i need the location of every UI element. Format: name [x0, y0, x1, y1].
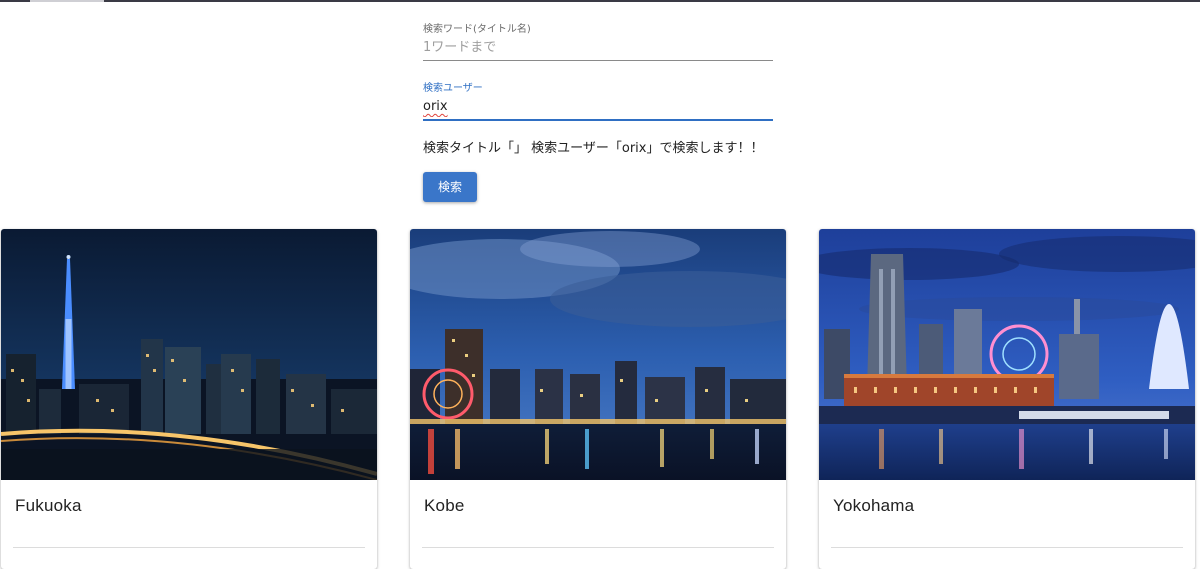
search-button[interactable]: 検索 [423, 172, 477, 202]
user-search-label: 検索ユーザー [423, 83, 483, 94]
fukuoka-night-photo [1, 229, 377, 480]
card-title: Fukuoka [15, 496, 82, 515]
title-search-label: 検索ワード(タイトル名) [423, 24, 531, 35]
top-bar [0, 0, 1200, 2]
user-search-field: 検索ユーザー [423, 83, 773, 121]
top-bar-tab[interactable] [30, 0, 104, 2]
title-search-underline [423, 60, 773, 61]
kobe-harbor-illustration [410, 229, 786, 480]
user-search-input[interactable] [423, 97, 773, 117]
city-card-kobe[interactable]: Kobe [410, 229, 786, 569]
city-card-yokohama[interactable]: Yokohama [819, 229, 1195, 569]
city-card-fukuoka[interactable]: Fukuoka [1, 229, 377, 569]
user-search-underline [423, 119, 773, 121]
card-title: Yokohama [833, 496, 915, 515]
title-search-field: 検索ワード(タイトル名) [423, 24, 773, 61]
card-divider [422, 547, 774, 548]
card-divider [13, 547, 365, 548]
card-divider [831, 547, 1183, 548]
card-title: Kobe [424, 496, 465, 515]
kobe-night-photo [410, 229, 786, 480]
title-search-input[interactable] [423, 38, 773, 58]
yokohama-skyline-illustration [819, 229, 1195, 480]
search-status-text: 検索タイトル「」 検索ユーザー「orix」で検索します！！ [423, 141, 764, 156]
yokohama-night-photo [819, 229, 1195, 480]
fukuoka-skyline-illustration [1, 229, 377, 480]
